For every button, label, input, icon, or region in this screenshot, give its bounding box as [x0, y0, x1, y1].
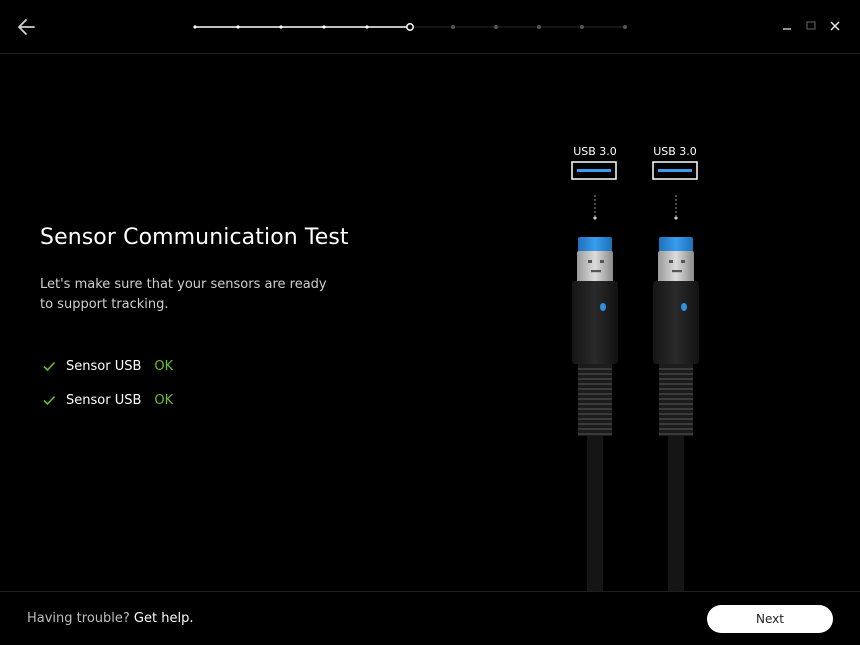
usb-cable-left: USB 3.0 [571, 145, 618, 592]
arrow-left-icon [18, 19, 35, 35]
check-status: OK [154, 358, 174, 374]
checkmark-icon [43, 395, 56, 406]
close-icon [830, 21, 840, 31]
usb-port-label: USB 3.0 [653, 145, 697, 158]
check-status: OK [154, 392, 174, 408]
page-title: Sensor Communication Test [40, 225, 349, 250]
stepper-dot-complete [322, 25, 326, 29]
footer-bar: Having trouble? Get help. Next [0, 591, 860, 645]
minimize-button[interactable] [779, 18, 795, 34]
progress-stepper [193, 23, 627, 31]
usb-port-label: USB 3.0 [573, 145, 617, 158]
get-help-link[interactable]: Get help. [134, 611, 194, 626]
stepper-dot-pending [451, 25, 455, 29]
check-label: Sensor USB [66, 392, 142, 408]
stepper-dot-complete [236, 25, 240, 29]
check-item: Sensor USB OK [42, 391, 173, 409]
stepper-dot-pending [494, 25, 498, 29]
stepper-dot-pending [623, 25, 627, 29]
check-label: Sensor USB [66, 358, 142, 374]
stepper-dot-pending [537, 25, 541, 29]
stepper-dot-complete [365, 25, 369, 29]
stepper-dot-complete [193, 25, 197, 29]
close-button[interactable] [827, 18, 843, 34]
help-prefix: Having trouble? [27, 611, 134, 626]
minimize-icon [783, 28, 791, 30]
stepper-dot-complete [279, 25, 283, 29]
maximize-icon [806, 21, 816, 30]
stepper-dot-current [406, 23, 414, 31]
usb-cables-illustration: USB 3.0 USB 3.0 [571, 145, 699, 592]
page-description: Let's make sure that your sensors are re… [40, 277, 327, 312]
check-item: Sensor USB OK [42, 357, 173, 375]
checkmark-icon [43, 361, 56, 372]
usb-cable-right: USB 3.0 [652, 145, 699, 592]
maximize-button[interactable] [803, 18, 819, 34]
stepper-dot-pending [580, 25, 584, 29]
title-bar [0, 0, 860, 54]
help-text: Having trouble? Get help. [27, 611, 193, 626]
back-button[interactable] [14, 14, 40, 40]
next-button[interactable]: Next [707, 605, 833, 633]
